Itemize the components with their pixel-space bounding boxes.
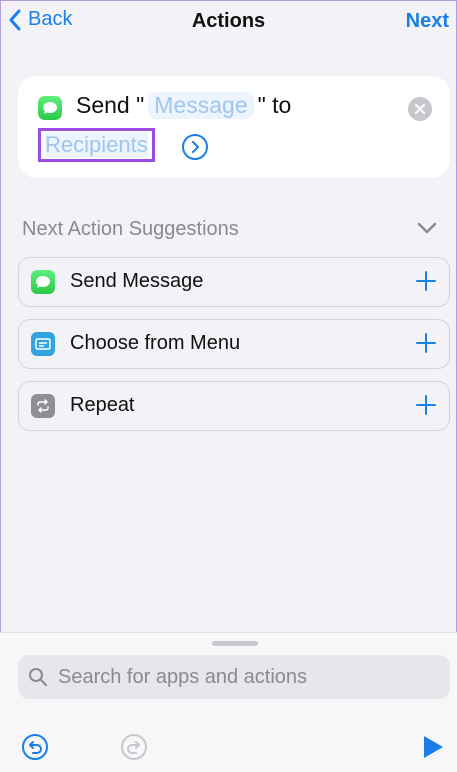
suggestions-header: Next Action Suggestions bbox=[22, 218, 239, 240]
navigation-bar: Back Actions Next bbox=[0, 0, 457, 44]
message-token[interactable]: Message bbox=[148, 92, 254, 119]
suggestion-label: Repeat bbox=[70, 394, 135, 416]
messages-app-icon bbox=[31, 270, 55, 294]
close-icon bbox=[415, 104, 425, 114]
remove-action-button[interactable] bbox=[408, 97, 432, 121]
suggestion-label: Send Message bbox=[70, 270, 204, 292]
next-button[interactable]: Next bbox=[406, 10, 449, 33]
chevron-right-icon bbox=[192, 141, 199, 153]
suggestion-choose-from-menu[interactable]: Choose from Menu bbox=[18, 319, 450, 369]
action-search-panel bbox=[0, 632, 457, 772]
suggestion-repeat[interactable]: Repeat bbox=[18, 381, 450, 431]
chevron-down-icon[interactable] bbox=[417, 222, 437, 234]
recipients-highlight[interactable]: Recipients bbox=[38, 128, 155, 162]
redo-icon[interactable] bbox=[120, 733, 148, 761]
search-icon bbox=[29, 668, 47, 686]
menu-icon bbox=[31, 332, 55, 356]
page-title: Actions bbox=[191, 10, 266, 32]
repeat-icon bbox=[31, 394, 55, 418]
sheet-grabber[interactable] bbox=[212, 641, 258, 646]
suggestion-label: Choose from Menu bbox=[70, 332, 241, 354]
action-sentence: Send " Message " to bbox=[76, 92, 291, 119]
send-message-action-card[interactable]: Send " Message " to Recipients bbox=[18, 76, 450, 178]
plus-icon[interactable] bbox=[415, 332, 437, 354]
send-prefix-text: Send " bbox=[76, 92, 145, 118]
undo-icon[interactable] bbox=[21, 733, 49, 761]
suggestion-send-message[interactable]: Send Message bbox=[18, 257, 450, 307]
to-text: " to bbox=[257, 92, 292, 118]
play-icon[interactable] bbox=[420, 733, 446, 761]
search-input[interactable] bbox=[56, 664, 440, 690]
recipients-token[interactable]: Recipients bbox=[45, 132, 148, 157]
plus-icon[interactable] bbox=[415, 394, 437, 416]
search-bar[interactable] bbox=[18, 655, 450, 699]
messages-app-icon bbox=[38, 96, 62, 120]
plus-icon[interactable] bbox=[415, 270, 437, 292]
expand-action-button[interactable] bbox=[182, 134, 208, 160]
